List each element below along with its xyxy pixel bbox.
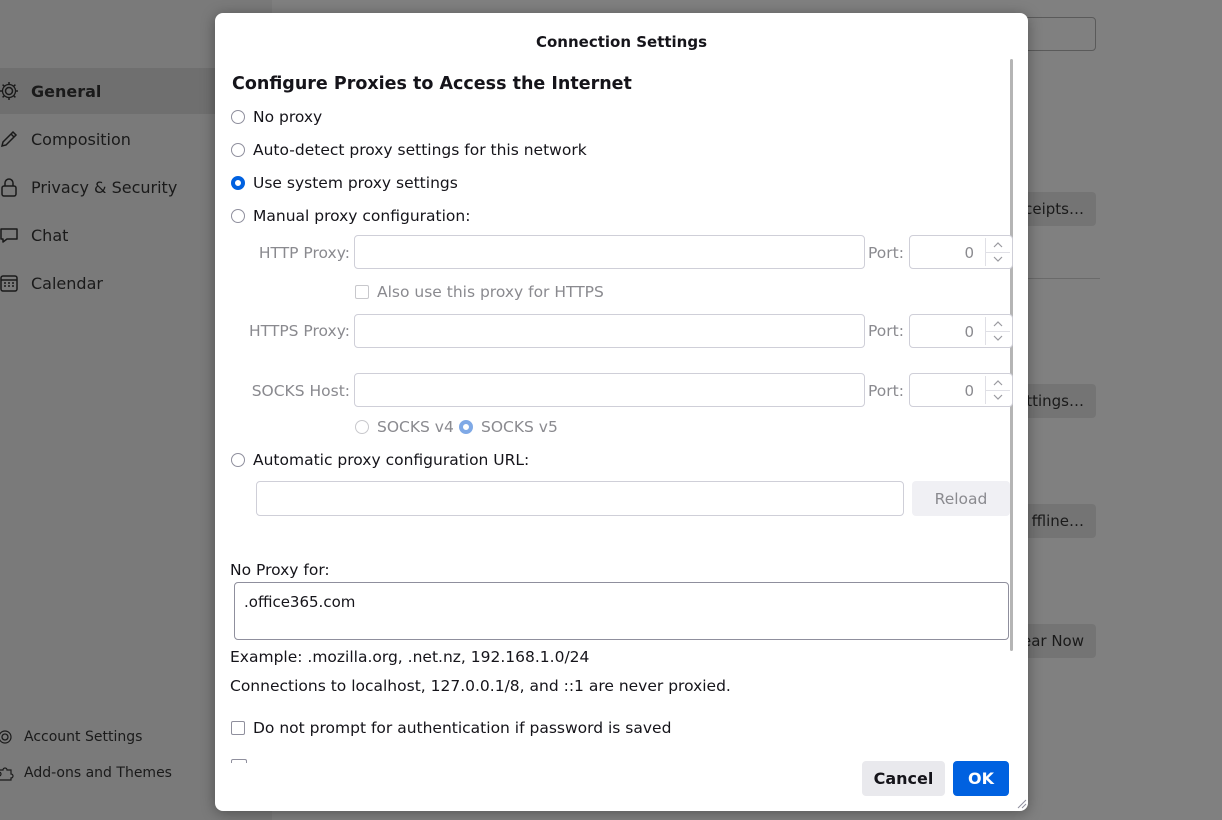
radio-label: Use system proxy settings [253,174,458,192]
http-proxy-label: HTTP Proxy: [258,244,350,262]
radio-button[interactable] [231,453,245,467]
radio-label: Automatic proxy configuration URL: [253,451,530,469]
radio-button[interactable] [231,209,245,223]
http-proxy-input[interactable] [354,235,865,269]
http-port-label: Port: [868,244,904,262]
http-port-input[interactable]: 0 [909,235,1013,269]
sidebar-item-label: General [31,81,102,101]
receipts-button[interactable]: ceipts… [1020,192,1096,226]
radio-label: Manual proxy configuration: [253,207,471,225]
dialog-title: Connection Settings [535,33,708,51]
radio-socks-v4[interactable]: SOCKS v4 [355,418,454,436]
radio-button[interactable] [355,420,369,434]
spin-down-button[interactable] [986,252,1010,266]
clear-now-button[interactable]: ear Now [1020,624,1096,658]
radio-auto-detect[interactable]: Auto-detect proxy settings for this netw… [231,141,587,159]
radio-system-proxy[interactable]: Use system proxy settings [231,174,458,192]
checkbox-partial[interactable] [231,759,247,763]
ok-button[interactable]: OK [953,761,1009,796]
socks-host-input[interactable] [354,373,865,407]
network-settings-button[interactable]: ttings… [1020,384,1096,418]
localhost-note: Connections to localhost, 127.0.0.1/8, a… [230,677,731,695]
lock-icon [0,176,20,198]
port-spinner [985,238,1010,266]
account-settings-label: Account Settings [24,729,143,745]
also-use-https-checkbox-row[interactable]: Also use this proxy for HTTPS [355,283,604,301]
port-spinner [985,376,1010,404]
radio-button-checked[interactable] [459,420,473,434]
sidebar-item-label: Privacy & Security [31,177,178,197]
chevron-up-icon [993,380,1003,386]
dialog-heading: Configure Proxies to Access the Internet [232,74,632,94]
sidebar-item-label: Calendar [31,273,103,293]
radio-label: Auto-detect proxy settings for this netw… [253,141,587,159]
radio-auto-config-url[interactable]: Automatic proxy configuration URL: [231,451,529,469]
example-text: Example: .mozilla.org, .net.nz, 192.168.… [230,648,590,666]
no-proxy-for-value: .office365.com [244,593,356,611]
gear-icon [0,728,14,746]
chevron-up-icon [993,242,1003,248]
port-value: 0 [964,244,974,262]
radio-socks-v5[interactable]: SOCKS v5 [459,418,558,436]
gear-icon [0,80,20,102]
section-divider [1028,278,1100,279]
port-value: 0 [964,323,974,341]
port-value: 0 [964,382,974,400]
chevron-down-icon [993,256,1003,262]
radio-label: SOCKS v5 [481,418,558,436]
https-proxy-input[interactable] [354,314,865,348]
https-proxy-label: HTTPS Proxy: [249,322,350,340]
no-proxy-for-textarea[interactable]: .office365.com [234,582,1009,640]
spin-up-button[interactable] [986,376,1010,391]
radio-button-checked[interactable] [231,176,245,190]
offline-button[interactable]: ffline… [1020,504,1096,538]
spin-down-button[interactable] [986,390,1010,404]
no-prompt-auth-checkbox-row[interactable]: Do not prompt for authentication if pass… [231,719,671,737]
checkbox[interactable] [355,285,369,299]
connection-settings-dialog: Connection Settings Configure Proxies to… [215,13,1028,811]
https-port-input[interactable]: 0 [909,314,1013,348]
dialog-scrollbar[interactable] [1010,59,1013,651]
spin-up-button[interactable] [986,317,1010,332]
spin-up-button[interactable] [986,238,1010,253]
spin-down-button[interactable] [986,331,1010,345]
checkbox-label: Do not prompt for authentication if pass… [253,719,672,737]
chevron-up-icon [993,321,1003,327]
radio-label: No proxy [253,108,323,126]
chevron-down-icon [993,335,1003,341]
cancel-button[interactable]: Cancel [862,761,945,796]
radio-no-proxy[interactable]: No proxy [231,108,322,126]
sidebar-item-label: Chat [31,225,69,245]
sidebar-item-label: Composition [31,129,131,149]
chat-icon [0,224,20,246]
pencil-icon [0,128,20,150]
no-proxy-for-label: No Proxy for: [230,561,330,579]
calendar-icon [0,272,20,294]
socks-host-label: SOCKS Host: [251,382,350,400]
socks-port-input[interactable]: 0 [909,373,1013,407]
checkbox-label: Also use this proxy for HTTPS [377,283,604,301]
addons-themes-label: Add-ons and Themes [24,765,172,781]
puzzle-icon [0,764,14,782]
radio-button[interactable] [231,143,245,157]
chevron-down-icon [993,394,1003,400]
reload-button[interactable]: Reload [912,481,1010,516]
radio-label: SOCKS v4 [377,418,454,436]
resize-grip-icon[interactable] [1015,797,1027,809]
checkbox[interactable] [231,721,245,735]
socks-port-label: Port: [868,382,904,400]
radio-button[interactable] [231,110,245,124]
auto-config-url-input[interactable] [256,481,904,516]
radio-manual-proxy[interactable]: Manual proxy configuration: [231,207,470,225]
https-port-label: Port: [868,322,904,340]
port-spinner [985,317,1010,345]
